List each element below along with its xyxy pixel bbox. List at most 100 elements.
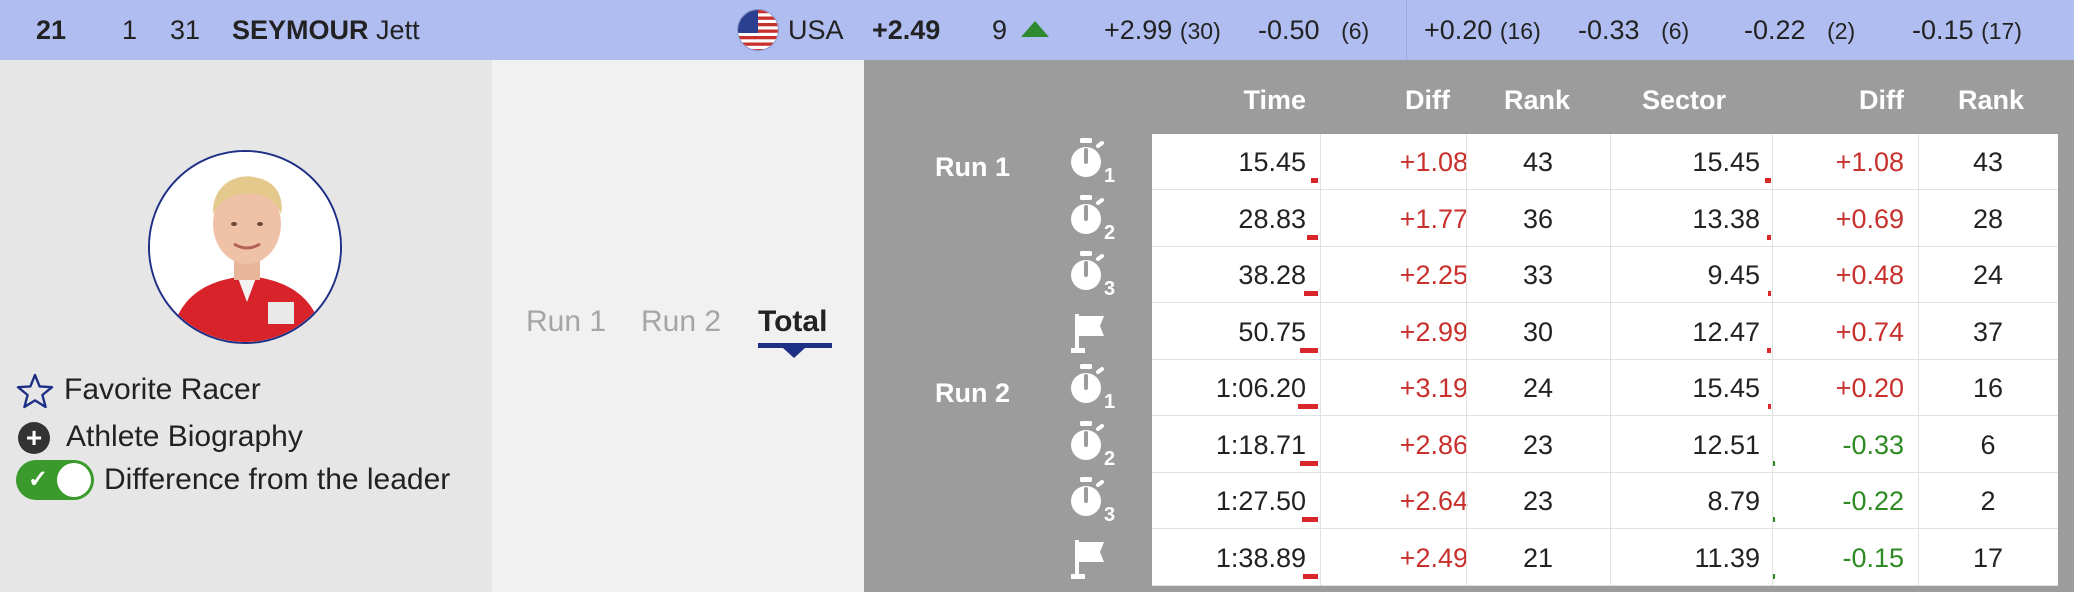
stopwatch-icon: 1 xyxy=(1066,360,1120,416)
athlete-name: SEYMOUR Jett xyxy=(232,0,420,60)
header-split-5-rank: (2) xyxy=(1827,18,1856,44)
finish-flag-icon xyxy=(1066,530,1120,586)
athlete-rank: 21 xyxy=(36,15,67,45)
tab-total[interactable]: Total xyxy=(758,305,827,339)
run-2-label: Run 2 xyxy=(935,378,1011,408)
split-time-diff: +2.99 xyxy=(1399,317,1468,347)
header-split-2: -0.50 (6) xyxy=(1258,0,1369,60)
split-row[interactable]: 1:27.50 +2.64 23 8.79 -0.22 2 xyxy=(1152,473,2058,529)
svg-text:3: 3 xyxy=(1104,278,1115,300)
col-sector-rank: Rank xyxy=(1957,85,2025,115)
split-row[interactable]: 15.45 +1.08 43 15.45 +1.08 43 xyxy=(1152,134,2058,190)
sector-rank: 17 xyxy=(1972,543,2004,573)
sector-diff: -0.22 xyxy=(1842,486,1904,516)
split-time-rank: 24 xyxy=(1522,373,1554,403)
sector-rank: 16 xyxy=(1972,373,2004,403)
tab-run-2[interactable]: Run 2 xyxy=(641,305,721,339)
athlete-last-name: SEYMOUR xyxy=(232,15,369,45)
col-sector-diff: Diff xyxy=(1859,85,1904,115)
athlete-biography-link[interactable]: + Athlete Biography xyxy=(16,417,303,457)
split-time: 28.83 xyxy=(1238,204,1306,234)
athlete-biography-label: Athlete Biography xyxy=(66,420,303,453)
finish-flag-icon xyxy=(1066,304,1120,360)
split-time-diff: +2.25 xyxy=(1399,260,1468,290)
sector-diff: +0.48 xyxy=(1835,260,1904,290)
split-row[interactable]: 50.75 +2.99 30 12.47 +0.74 37 xyxy=(1152,304,2058,360)
stopwatch-icon: 3 xyxy=(1066,473,1120,529)
splits-table: 15.45 +1.08 43 15.45 +1.08 43 28.83 +1.77 36 13.3… xyxy=(1152,134,2058,586)
time-diff-bar xyxy=(1307,235,1318,240)
total-diff: +2.49 xyxy=(872,15,941,45)
athlete-header-row[interactable]: 21 1 31 SEYMOUR Jett USA +2.49 9 +2.99 (… xyxy=(0,0,2074,60)
split-time: 50.75 xyxy=(1238,317,1306,347)
sector-time: 15.45 xyxy=(1692,147,1760,177)
split-time-rank: 21 xyxy=(1522,543,1554,573)
sector-time: 9.45 xyxy=(1707,260,1760,290)
header-split-2-rank: (6) xyxy=(1341,18,1370,44)
header-split-3: +0.20 (16) xyxy=(1424,0,1541,60)
header-split-6-diff: -0.15 xyxy=(1912,15,1974,45)
header-divider xyxy=(1406,0,1407,60)
toggle-knob xyxy=(57,463,91,497)
split-row[interactable]: 1:06.20 +3.19 24 15.45 +0.20 16 xyxy=(1152,360,2058,416)
split-time-diff: +2.86 xyxy=(1399,430,1468,460)
split-time: 38.28 xyxy=(1238,260,1306,290)
star-outline-icon xyxy=(16,373,54,409)
sector-time: 15.45 xyxy=(1692,373,1760,403)
split-time-rank: 33 xyxy=(1522,260,1554,290)
split-row[interactable]: 1:38.89 +2.49 21 11.39 -0.15 17 xyxy=(1152,530,2058,586)
sector-diff: +0.74 xyxy=(1835,317,1904,347)
col-time: Time xyxy=(1243,85,1306,115)
sector-time: 12.47 xyxy=(1692,317,1760,347)
col-divider xyxy=(1320,134,1321,586)
svg-text:2: 2 xyxy=(1104,222,1115,244)
split-row[interactable]: 1:18.71 +2.86 23 12.51 -0.33 6 xyxy=(1152,417,2058,473)
col-rank: Rank xyxy=(1503,85,1571,115)
svg-text:2: 2 xyxy=(1104,448,1115,470)
sector-rank: 2 xyxy=(1980,486,1996,516)
tab-run-1[interactable]: Run 1 xyxy=(526,305,606,339)
header-split-3-diff: +0.20 xyxy=(1424,15,1493,45)
header-split-6: -0.15 (17) xyxy=(1912,0,2022,60)
active-tab-caret xyxy=(783,348,805,358)
split-time-rank: 30 xyxy=(1522,317,1554,347)
athlete-panel: Favorite Racer + Athlete Biography ✓ Diff… xyxy=(0,60,492,592)
svg-text:1: 1 xyxy=(1104,391,1115,413)
header-split-4-diff: -0.33 xyxy=(1578,15,1640,45)
sector-diff-bar xyxy=(1765,178,1771,183)
split-row[interactable]: 38.28 +2.25 33 9.45 +0.48 24 xyxy=(1152,247,2058,303)
col-divider xyxy=(1918,134,1919,586)
col-sector: Sector xyxy=(1641,85,1727,115)
favorite-racer-label: Favorite Racer xyxy=(64,373,261,406)
split-time-rank: 23 xyxy=(1522,486,1554,516)
plus-circle-icon: + xyxy=(18,422,50,455)
split-time: 1:18.71 xyxy=(1215,430,1306,460)
time-diff-bar xyxy=(1300,461,1318,466)
header-split-1-diff: +2.99 xyxy=(1104,15,1173,45)
col-diff: Diff xyxy=(1405,85,1450,115)
difference-toggle[interactable]: ✓ xyxy=(16,460,94,500)
svg-text:3: 3 xyxy=(1104,504,1115,526)
sector-diff-bar xyxy=(1768,404,1771,409)
difference-toggle-label: Difference from the leader xyxy=(104,463,451,496)
usa-flag-icon xyxy=(737,9,779,51)
sector-rank: 28 xyxy=(1972,204,2004,234)
col-divider xyxy=(1610,134,1611,586)
favorite-racer-option[interactable]: Favorite Racer xyxy=(16,370,261,410)
split-time-diff: +1.77 xyxy=(1399,204,1468,234)
split-time: 1:38.89 xyxy=(1215,543,1306,573)
split-row[interactable]: 28.83 +1.77 36 13.38 +0.69 28 xyxy=(1152,191,2058,247)
split-time: 1:06.20 xyxy=(1215,373,1306,403)
split-time-diff: +2.64 xyxy=(1399,486,1468,516)
sector-diff: +0.20 xyxy=(1835,373,1904,403)
header-split-3-rank: (16) xyxy=(1499,18,1541,44)
header-split-6-rank: (17) xyxy=(1981,18,2022,44)
split-time-rank: 43 xyxy=(1522,147,1554,177)
time-diff-bar xyxy=(1300,348,1318,353)
time-diff-bar xyxy=(1302,517,1318,522)
stopwatch-icon: 2 xyxy=(1066,417,1120,473)
time-diff-bar xyxy=(1311,178,1318,183)
athlete-avatar xyxy=(148,150,342,344)
sector-rank: 43 xyxy=(1972,147,2004,177)
split-time-diff: +2.49 xyxy=(1399,543,1468,573)
